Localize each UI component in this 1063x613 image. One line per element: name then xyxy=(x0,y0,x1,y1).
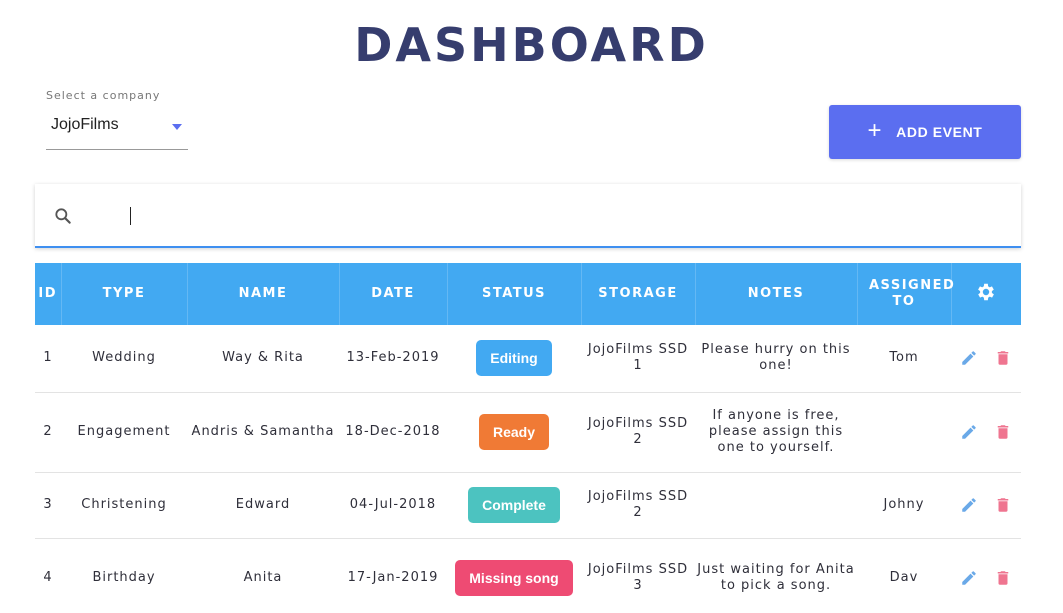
status-badge[interactable]: Complete xyxy=(468,487,560,523)
table-row[interactable]: 4 Birthday Anita 17-Jan-2019 Missing son… xyxy=(35,538,1021,613)
cell-storage: JojoFilms SSD 2 xyxy=(581,472,695,539)
trash-icon[interactable] xyxy=(994,496,1012,514)
cell-storage: JojoFilms SSD 1 xyxy=(581,325,695,393)
cell-id: 4 xyxy=(35,538,61,613)
cell-type: Wedding xyxy=(61,325,187,393)
table-header-row: ID TYPE NAME DATE STATUS STORAGE NOTES A… xyxy=(35,263,1021,325)
table-row[interactable]: 3 Christening Edward 04-Jul-2018 Complet… xyxy=(35,472,1021,539)
cell-storage: JojoFilms SSD 2 xyxy=(581,392,695,473)
company-select[interactable]: Select a company JojoFilms xyxy=(46,89,188,150)
header-storage[interactable]: STORAGE xyxy=(581,263,696,325)
cell-type: Birthday xyxy=(61,538,187,613)
pencil-icon[interactable] xyxy=(960,569,978,587)
header-status[interactable]: STATUS xyxy=(447,263,582,325)
cell-status: Complete xyxy=(447,472,581,539)
company-select-label: Select a company xyxy=(46,89,161,102)
cell-status: Ready xyxy=(447,392,581,473)
cell-notes: Please hurry on this one! xyxy=(695,325,857,393)
company-select-value: JojoFilms xyxy=(51,116,119,133)
cell-assigned: Tom xyxy=(857,325,951,393)
events-table: ID TYPE NAME DATE STATUS STORAGE NOTES A… xyxy=(35,263,1021,613)
chevron-down-icon xyxy=(172,124,182,130)
header-notes[interactable]: NOTES xyxy=(695,263,858,325)
trash-icon[interactable] xyxy=(994,569,1012,587)
status-badge[interactable]: Ready xyxy=(478,414,550,450)
status-badge[interactable]: Editing xyxy=(476,340,552,377)
cell-name: Way & Rita xyxy=(187,325,339,393)
cell-actions xyxy=(951,538,1021,613)
table-row[interactable]: 1 Wedding Way & Rita 13-Feb-2019 Editing… xyxy=(35,325,1021,393)
header-assigned-to[interactable]: ASSIGNED TO xyxy=(857,263,954,325)
cell-assigned: Dav xyxy=(857,538,951,613)
cell-type: Engagement xyxy=(61,392,187,473)
cell-actions xyxy=(951,472,1021,539)
cell-notes: If anyone is free, please assign this on… xyxy=(695,392,857,473)
company-select-box[interactable]: JojoFilms xyxy=(46,113,188,150)
cell-date: 13-Feb-2019 xyxy=(339,325,447,393)
header-id[interactable]: ID xyxy=(35,263,62,325)
table-row[interactable]: 2 Engagement Andris & Samantha 18-Dec-20… xyxy=(35,392,1021,473)
cell-date: 18-Dec-2018 xyxy=(339,392,447,473)
status-badge[interactable]: Missing song xyxy=(455,560,573,596)
cell-id: 1 xyxy=(35,325,61,393)
search-input[interactable] xyxy=(130,207,131,225)
cell-id: 2 xyxy=(35,392,61,473)
cell-storage: JojoFilms SSD 3 xyxy=(581,538,695,613)
cell-actions xyxy=(951,325,1021,393)
pencil-icon[interactable] xyxy=(960,496,978,514)
cell-actions xyxy=(951,392,1021,473)
search-bar[interactable] xyxy=(35,184,1021,248)
cell-notes xyxy=(695,472,857,539)
cell-name: Anita xyxy=(187,538,339,613)
cell-type: Christening xyxy=(61,472,187,539)
cell-date: 04-Jul-2018 xyxy=(339,472,447,539)
cell-notes: Just waiting for Anita to pick a song. xyxy=(695,538,857,613)
cell-date: 17-Jan-2019 xyxy=(339,538,447,613)
search-icon xyxy=(55,208,71,224)
pencil-icon[interactable] xyxy=(960,423,978,441)
settings-header[interactable] xyxy=(951,263,1021,325)
trash-icon[interactable] xyxy=(994,423,1012,441)
cell-name: Edward xyxy=(187,472,339,539)
gear-icon[interactable] xyxy=(975,281,997,303)
page-title: DASHBOARD xyxy=(354,18,709,72)
pencil-icon[interactable] xyxy=(960,349,978,367)
cell-name: Andris & Samantha xyxy=(187,392,339,473)
trash-icon[interactable] xyxy=(994,349,1012,367)
header-type[interactable]: TYPE xyxy=(61,263,188,325)
cell-status: Editing xyxy=(447,325,581,393)
header-name[interactable]: NAME xyxy=(187,263,340,325)
header-date[interactable]: DATE xyxy=(339,263,448,325)
cell-status: Missing song xyxy=(447,538,581,613)
cell-id: 3 xyxy=(35,472,61,539)
add-event-button[interactable]: + ADD EVENT xyxy=(829,105,1021,159)
cell-assigned xyxy=(857,392,951,473)
cell-assigned: Johny xyxy=(857,472,951,539)
plus-icon: + xyxy=(867,117,883,144)
add-event-label: ADD EVENT xyxy=(896,124,983,140)
